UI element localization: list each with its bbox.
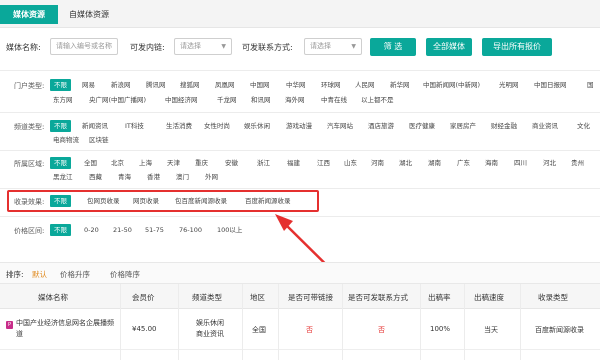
column-divider (464, 284, 465, 360)
column-divider (178, 284, 179, 360)
media-name[interactable]: 中国产业经济信息网名企展播频道 (16, 318, 116, 340)
th-speed: 出稿速度 (474, 293, 504, 302)
th-link: 是否可带链接 (288, 293, 333, 302)
link-allowed: 否 (306, 326, 313, 334)
sort-label: 排序: (6, 270, 24, 279)
media-tag-icon: P (6, 321, 13, 329)
region: 全国 (252, 326, 266, 334)
sort-price-desc[interactable]: 价格降序 (110, 269, 140, 280)
column-divider (520, 284, 521, 360)
contact-allowed: 否 (378, 326, 385, 334)
column-divider (342, 284, 343, 360)
index-type: 百度新闻源收录 (535, 326, 584, 334)
column-divider (120, 284, 121, 360)
sort-bar: 排序: 默认 价格升序 价格降序 (0, 262, 600, 284)
channel-type: 娱乐休闲 商业资讯 (196, 319, 224, 338)
th-channel-type: 频道类型 (192, 293, 222, 302)
column-divider (242, 284, 243, 360)
th-member-price: 会员价 (132, 293, 155, 302)
publish-speed: 当天 (484, 326, 498, 334)
th-contact: 是否可发联系方式 (348, 293, 408, 302)
sort-price-asc[interactable]: 价格升序 (60, 269, 90, 280)
publish-rate: 100% (430, 325, 451, 333)
th-media-name: 媒体名称 (38, 293, 68, 302)
member-price: ¥45.00 (132, 325, 157, 333)
column-divider (420, 284, 421, 360)
th-region: 地区 (250, 293, 265, 302)
column-divider (278, 284, 279, 360)
table-row[interactable]: P 中国产业经济信息网名企展播频道 ¥45.00 娱乐休闲 商业资讯 全国 否 … (0, 310, 600, 350)
table-header: 媒体名称 会员价 频道类型 地区 是否可带链接 是否可发联系方式 出稿率 出稿速… (0, 284, 600, 309)
th-index: 收录类型 (538, 293, 568, 302)
th-rate: 出稿率 (428, 293, 451, 302)
sort-default[interactable]: 默认 (32, 269, 47, 280)
